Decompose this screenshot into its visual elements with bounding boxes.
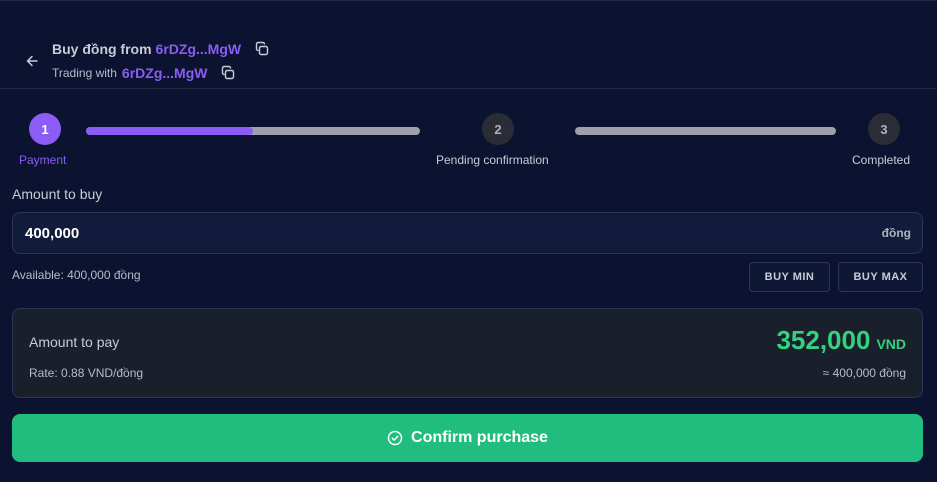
- arrow-left-icon: [26, 55, 38, 67]
- confirm-label: Confirm purchase: [411, 429, 548, 446]
- step-3-label: Completed: [852, 153, 911, 167]
- amount-unit: đồng: [881, 226, 911, 240]
- progress-fill-1: [86, 127, 253, 135]
- approx-amount: ≈ 400,000 đồng: [822, 366, 906, 380]
- pay-label: Amount to pay: [29, 334, 120, 350]
- header: Buy đồng from 6rDZg...MgW Trading with 6…: [0, 0, 937, 89]
- seller-address[interactable]: 6rDZg...MgW: [156, 41, 242, 57]
- progress-track-2: [575, 127, 836, 135]
- step-1-label: Payment: [19, 153, 67, 167]
- copy-icon: [222, 65, 235, 80]
- trading-address[interactable]: 6rDZg...MgW: [122, 65, 208, 81]
- pay-amount: 352,000 VND: [776, 325, 906, 356]
- step-1-circle: 1: [29, 113, 61, 145]
- available-balance: Available: 400,000 đồng: [12, 268, 141, 282]
- buy-min-button[interactable]: BUY MIN: [749, 262, 830, 292]
- progress-track-1: [86, 127, 420, 135]
- exchange-rate: Rate: 0.88 VND/đồng: [29, 366, 144, 380]
- back-button[interactable]: [22, 51, 42, 71]
- amount-label: Amount to buy: [12, 186, 103, 202]
- pay-value: 352,000: [776, 325, 871, 355]
- subtitle-text: Trading with: [52, 66, 117, 80]
- check-circle-icon: [387, 430, 403, 446]
- copy-trading-address-button[interactable]: [219, 64, 237, 82]
- amount-field: đồng: [12, 212, 923, 254]
- subtitle-row: Trading with 6rDZg...MgW: [52, 64, 237, 82]
- copy-icon: [255, 41, 269, 56]
- confirm-purchase-button[interactable]: Confirm purchase: [12, 414, 923, 462]
- step-2-label: Pending confirmation: [436, 153, 549, 167]
- buy-max-button[interactable]: BUY MAX: [838, 262, 923, 292]
- pay-currency: VND: [876, 336, 906, 352]
- title-row: Buy đồng from 6rDZg...MgW: [52, 40, 271, 58]
- step-3-circle: 3: [868, 113, 900, 145]
- amount-input[interactable]: [13, 213, 882, 253]
- pay-summary-card: Amount to pay Rate: 0.88 VND/đồng 352,00…: [12, 308, 923, 398]
- page-title: Buy đồng from: [52, 41, 152, 57]
- step-2-circle: 2: [482, 113, 514, 145]
- copy-title-address-button[interactable]: [253, 40, 271, 58]
